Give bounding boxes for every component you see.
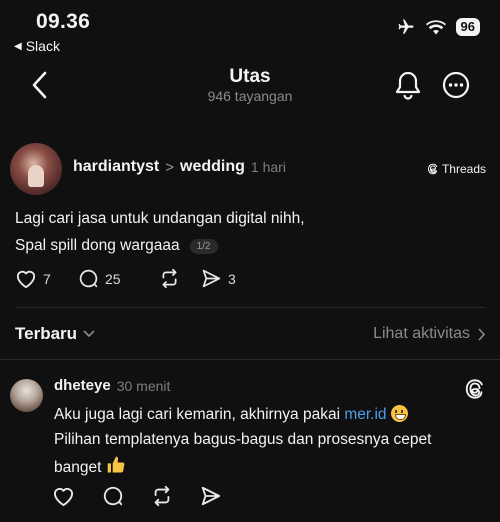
activity-label: Lihat aktivitas <box>373 325 470 342</box>
back-app-label: Slack <box>25 38 60 54</box>
reply-avatar[interactable] <box>10 379 43 412</box>
post-topic[interactable]: wedding <box>180 158 245 176</box>
chevron-right-icon: > <box>165 158 175 176</box>
reply-username[interactable]: dheteye <box>54 377 111 394</box>
like-button[interactable]: 7 <box>15 269 78 289</box>
reply-link[interactable]: mer.id <box>344 406 386 423</box>
post-text-line-1: Lagi cari jasa untuk undangan digital ni… <box>15 210 305 227</box>
divider <box>0 359 500 360</box>
chevron-down-icon <box>83 330 95 338</box>
threads-logo-icon[interactable] <box>464 378 486 400</box>
repost-button[interactable] <box>159 268 201 289</box>
back-triangle-icon: ◀ <box>14 40 22 52</box>
reply-text-line-3-content: banget <box>54 459 102 476</box>
share-button[interactable]: 3 <box>201 268 236 289</box>
sort-label: Terbaru <box>15 324 78 343</box>
share-count: 3 <box>228 270 236 287</box>
reply-text-line-2: Pilihan templatenya bagus-bagus dan pros… <box>54 431 432 448</box>
post-time: 1 hari <box>250 159 286 175</box>
post-header: hardiantyst > wedding 1 hari <box>73 158 286 176</box>
wifi-icon <box>425 20 446 35</box>
post-actions: 7 25 3 <box>15 268 236 289</box>
comment-button[interactable]: 25 <box>78 268 159 289</box>
reply-time: 30 menit <box>116 377 171 394</box>
more-icon[interactable] <box>441 70 471 100</box>
reply-text-line-3: banget <box>54 455 126 477</box>
grinning-emoji-icon <box>390 405 408 422</box>
send-icon[interactable] <box>200 485 222 507</box>
reply-text-line-1-content: Aku juga lagi cari kemarin, akhirnya pak… <box>54 406 345 423</box>
view-activity-link[interactable]: Lihat aktivitas <box>373 325 486 343</box>
repost-icon[interactable] <box>151 485 173 507</box>
view-count: 946 tayangan <box>207 88 293 104</box>
bell-icon[interactable] <box>394 70 422 100</box>
heart-icon <box>16 270 36 288</box>
page-indicator: 1/2 <box>189 238 218 254</box>
like-count: 7 <box>43 270 51 287</box>
airplane-icon <box>398 19 414 34</box>
page-title: Utas <box>229 66 271 87</box>
comment-count: 25 <box>105 270 121 287</box>
send-icon <box>202 269 221 288</box>
post-avatar[interactable] <box>10 143 62 195</box>
comment-icon <box>79 269 98 288</box>
divider <box>15 307 485 308</box>
reply-text-line-1: Aku juga lagi cari kemarin, akhirnya pak… <box>54 405 408 424</box>
reply-actions <box>52 485 222 507</box>
threads-badge[interactable]: Threads <box>427 162 486 176</box>
thumbs-up-emoji-icon <box>107 456 125 473</box>
reply-header: dheteye 30 menit <box>54 377 170 394</box>
heart-icon[interactable] <box>52 486 75 507</box>
post-text-line-2: Spal spill dong wargaaa 1/2 <box>15 237 218 255</box>
back-to-app-link[interactable]: ◀ Slack <box>14 38 60 54</box>
comment-icon[interactable] <box>102 485 124 507</box>
post-username[interactable]: hardiantyst <box>73 158 159 176</box>
battery-icon: 96 <box>455 18 480 36</box>
sort-dropdown[interactable]: Terbaru <box>15 324 95 344</box>
threads-badge-label: Threads <box>441 162 486 176</box>
status-icons: 96 <box>396 18 480 36</box>
chevron-right-icon <box>478 327 486 341</box>
threads-logo-icon <box>427 163 438 175</box>
post-text-line-2-content: Spal spill dong wargaaa <box>15 237 180 254</box>
repost-icon <box>162 268 177 289</box>
status-time: 09.36 <box>36 10 91 33</box>
